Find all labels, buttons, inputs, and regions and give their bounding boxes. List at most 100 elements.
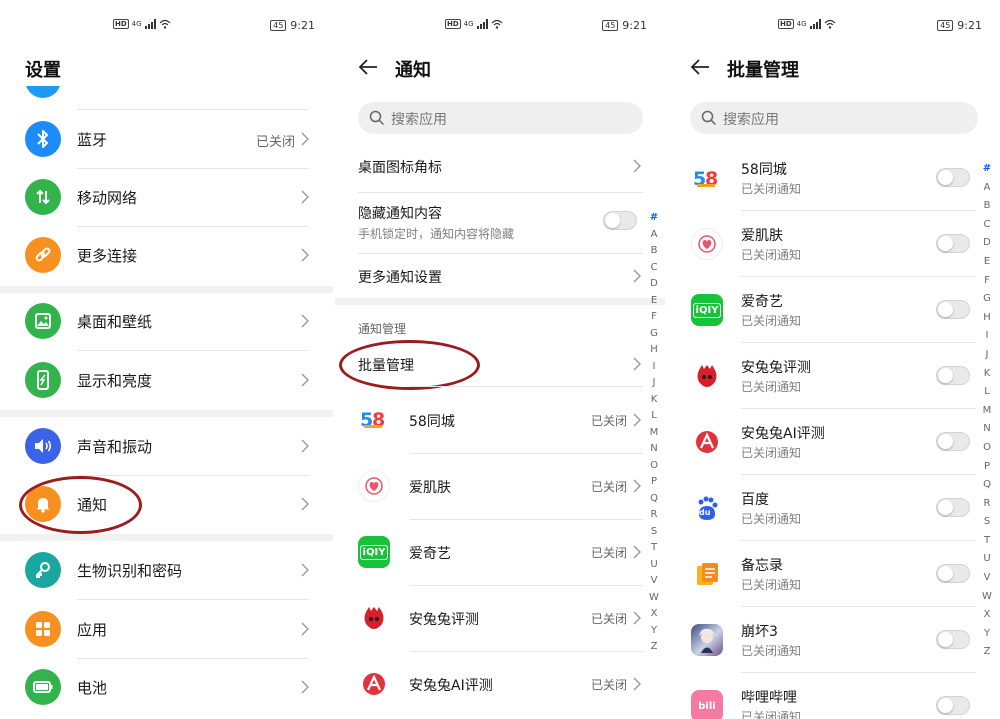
chevron-right-icon: [301, 563, 309, 577]
alphabet-letter[interactable]: Q: [647, 491, 661, 508]
alphabet-letter[interactable]: A: [980, 179, 994, 198]
alphabet-letter[interactable]: R: [647, 507, 661, 524]
alphabet-letter[interactable]: O: [647, 458, 661, 475]
alphabet-letter[interactable]: Y: [647, 623, 661, 640]
notification-toggle[interactable]: [936, 432, 970, 451]
alphabet-letter[interactable]: T: [980, 532, 994, 551]
alphabet-letter[interactable]: W: [980, 588, 994, 607]
app-row-iqiyi[interactable]: iQIY 爱奇艺 已关闭: [335, 520, 665, 586]
notification-toggle[interactable]: [936, 498, 970, 517]
alphabet-letter[interactable]: N: [980, 420, 994, 439]
alphabet-letter[interactable]: E: [647, 293, 661, 310]
settings-item-sound[interactable]: 声音和振动: [0, 417, 333, 475]
alphabet-letter[interactable]: H: [647, 342, 661, 359]
app-aijifu-icon: [358, 470, 390, 502]
batch-manage-row[interactable]: 批量管理: [335, 342, 665, 386]
alphabet-letter[interactable]: G: [647, 326, 661, 343]
notification-toggle[interactable]: [936, 234, 970, 253]
settings-item-mobile-network[interactable]: 移动网络: [0, 168, 333, 226]
settings-item-apps[interactable]: 应用: [0, 600, 333, 658]
hd-badge: HD: [445, 19, 461, 29]
alphabet-letter[interactable]: A: [647, 227, 661, 244]
alphabet-letter[interactable]: S: [647, 524, 661, 541]
back-arrow-icon[interactable]: [358, 58, 378, 76]
alphabet-letter[interactable]: H: [980, 309, 994, 328]
search-input[interactable]: 搜索应用: [358, 102, 643, 134]
settings-item-more-connections[interactable]: 更多连接: [0, 226, 333, 284]
alphabet-letter[interactable]: V: [647, 573, 661, 590]
settings-item-biometrics[interactable]: 生物识别和密码: [0, 541, 333, 599]
notification-toggle[interactable]: [936, 564, 970, 583]
alphabet-letter[interactable]: D: [980, 234, 994, 253]
alphabet-letter[interactable]: R: [980, 495, 994, 514]
alphabet-letter[interactable]: J: [647, 375, 661, 392]
alphabet-letter[interactable]: #: [980, 160, 994, 179]
alphabet-letter[interactable]: O: [980, 439, 994, 458]
alphabet-letter[interactable]: W: [647, 590, 661, 607]
notification-toggle[interactable]: [936, 696, 970, 715]
alphabet-letter[interactable]: C: [647, 260, 661, 277]
settings-item-battery[interactable]: 电池: [0, 658, 333, 716]
alphabet-letter[interactable]: X: [980, 606, 994, 625]
alphabet-letter[interactable]: S: [980, 513, 994, 532]
batch-app-row-iqiyi: iQIY 爱奇艺 已关闭通知: [667, 277, 1000, 343]
chevron-right-icon: [633, 159, 641, 173]
app-row-aijifu[interactable]: 爱肌肤 已关闭: [335, 454, 665, 520]
alphabet-letter[interactable]: Y: [980, 625, 994, 644]
alphabet-letter[interactable]: I: [647, 359, 661, 376]
alphabet-letter[interactable]: Q: [980, 476, 994, 495]
more-notification-settings-row[interactable]: 更多通知设置: [335, 254, 665, 298]
search-input[interactable]: 搜索应用: [690, 102, 978, 134]
alphabet-letter[interactable]: F: [647, 309, 661, 326]
notification-toggle[interactable]: [936, 168, 970, 187]
alphabet-letter[interactable]: #: [647, 210, 661, 227]
alphabet-letter[interactable]: D: [647, 276, 661, 293]
app-subtitle: 已关闭通知: [741, 446, 802, 460]
alphabet-letter[interactable]: Z: [647, 639, 661, 656]
alphabet-letter[interactable]: L: [647, 408, 661, 425]
row-label: 更多通知设置: [358, 270, 442, 286]
settings-value: 已关闭: [255, 135, 295, 150]
notification-toggle[interactable]: [936, 630, 970, 649]
hide-content-toggle[interactable]: [603, 211, 637, 230]
alphabet-letter[interactable]: B: [980, 197, 994, 216]
settings-label: 移动网络: [77, 189, 138, 207]
badge-setting-row[interactable]: 桌面图标角标: [335, 146, 665, 192]
back-arrow-icon[interactable]: [690, 58, 710, 76]
alphabet-letter[interactable]: P: [980, 458, 994, 477]
app-row-58[interactable]: 58 58同城 已关闭: [335, 387, 665, 453]
wifi-icon: [491, 19, 502, 29]
alphabet-letter[interactable]: T: [647, 540, 661, 557]
settings-item-notifications[interactable]: 通知: [0, 475, 333, 533]
settings-item-wallpaper[interactable]: 桌面和壁纸: [0, 292, 333, 350]
settings-item-display[interactable]: 显示和亮度: [0, 351, 333, 409]
notification-toggle[interactable]: [936, 366, 970, 385]
alphabet-letter[interactable]: J: [980, 346, 994, 365]
alphabet-letter[interactable]: U: [980, 550, 994, 569]
alphabet-letter[interactable]: E: [980, 253, 994, 272]
alphabet-letter[interactable]: M: [647, 425, 661, 442]
alphabet-letter[interactable]: L: [980, 383, 994, 402]
alphabet-letter[interactable]: C: [980, 216, 994, 235]
alphabet-letter[interactable]: Z: [980, 643, 994, 662]
alphabet-letter[interactable]: I: [980, 327, 994, 346]
alphabet-letter[interactable]: U: [647, 557, 661, 574]
app-row-antutu[interactable]: 安兔兔评测 已关闭: [335, 586, 665, 652]
alphabet-letter[interactable]: K: [647, 392, 661, 409]
alphabet-letter[interactable]: M: [980, 402, 994, 421]
key-icon: [25, 552, 61, 588]
alphabet-index[interactable]: # A B C D E F G H I J K L M N O P Q R S T U V W X Y Z: [647, 210, 661, 656]
alphabet-letter[interactable]: X: [647, 606, 661, 623]
alphabet-letter[interactable]: F: [980, 272, 994, 291]
alphabet-letter[interactable]: K: [980, 365, 994, 384]
alphabet-letter[interactable]: G: [980, 290, 994, 309]
alphabet-index[interactable]: # A B C D E F G H I J K L M N O P Q R S T U V W X Y Z: [980, 160, 994, 662]
notification-toggle[interactable]: [936, 300, 970, 319]
alphabet-letter[interactable]: N: [647, 441, 661, 458]
alphabet-letter[interactable]: P: [647, 474, 661, 491]
alphabet-letter[interactable]: B: [647, 243, 661, 260]
app-row-antutu-ai[interactable]: 安兔兔AI评测 已关闭: [335, 652, 665, 718]
alphabet-letter[interactable]: V: [980, 569, 994, 588]
settings-item-bluetooth[interactable]: 蓝牙 已关闭: [0, 110, 333, 168]
batch-app-row-honkai: 崩坏3 已关闭通知: [667, 607, 1000, 673]
